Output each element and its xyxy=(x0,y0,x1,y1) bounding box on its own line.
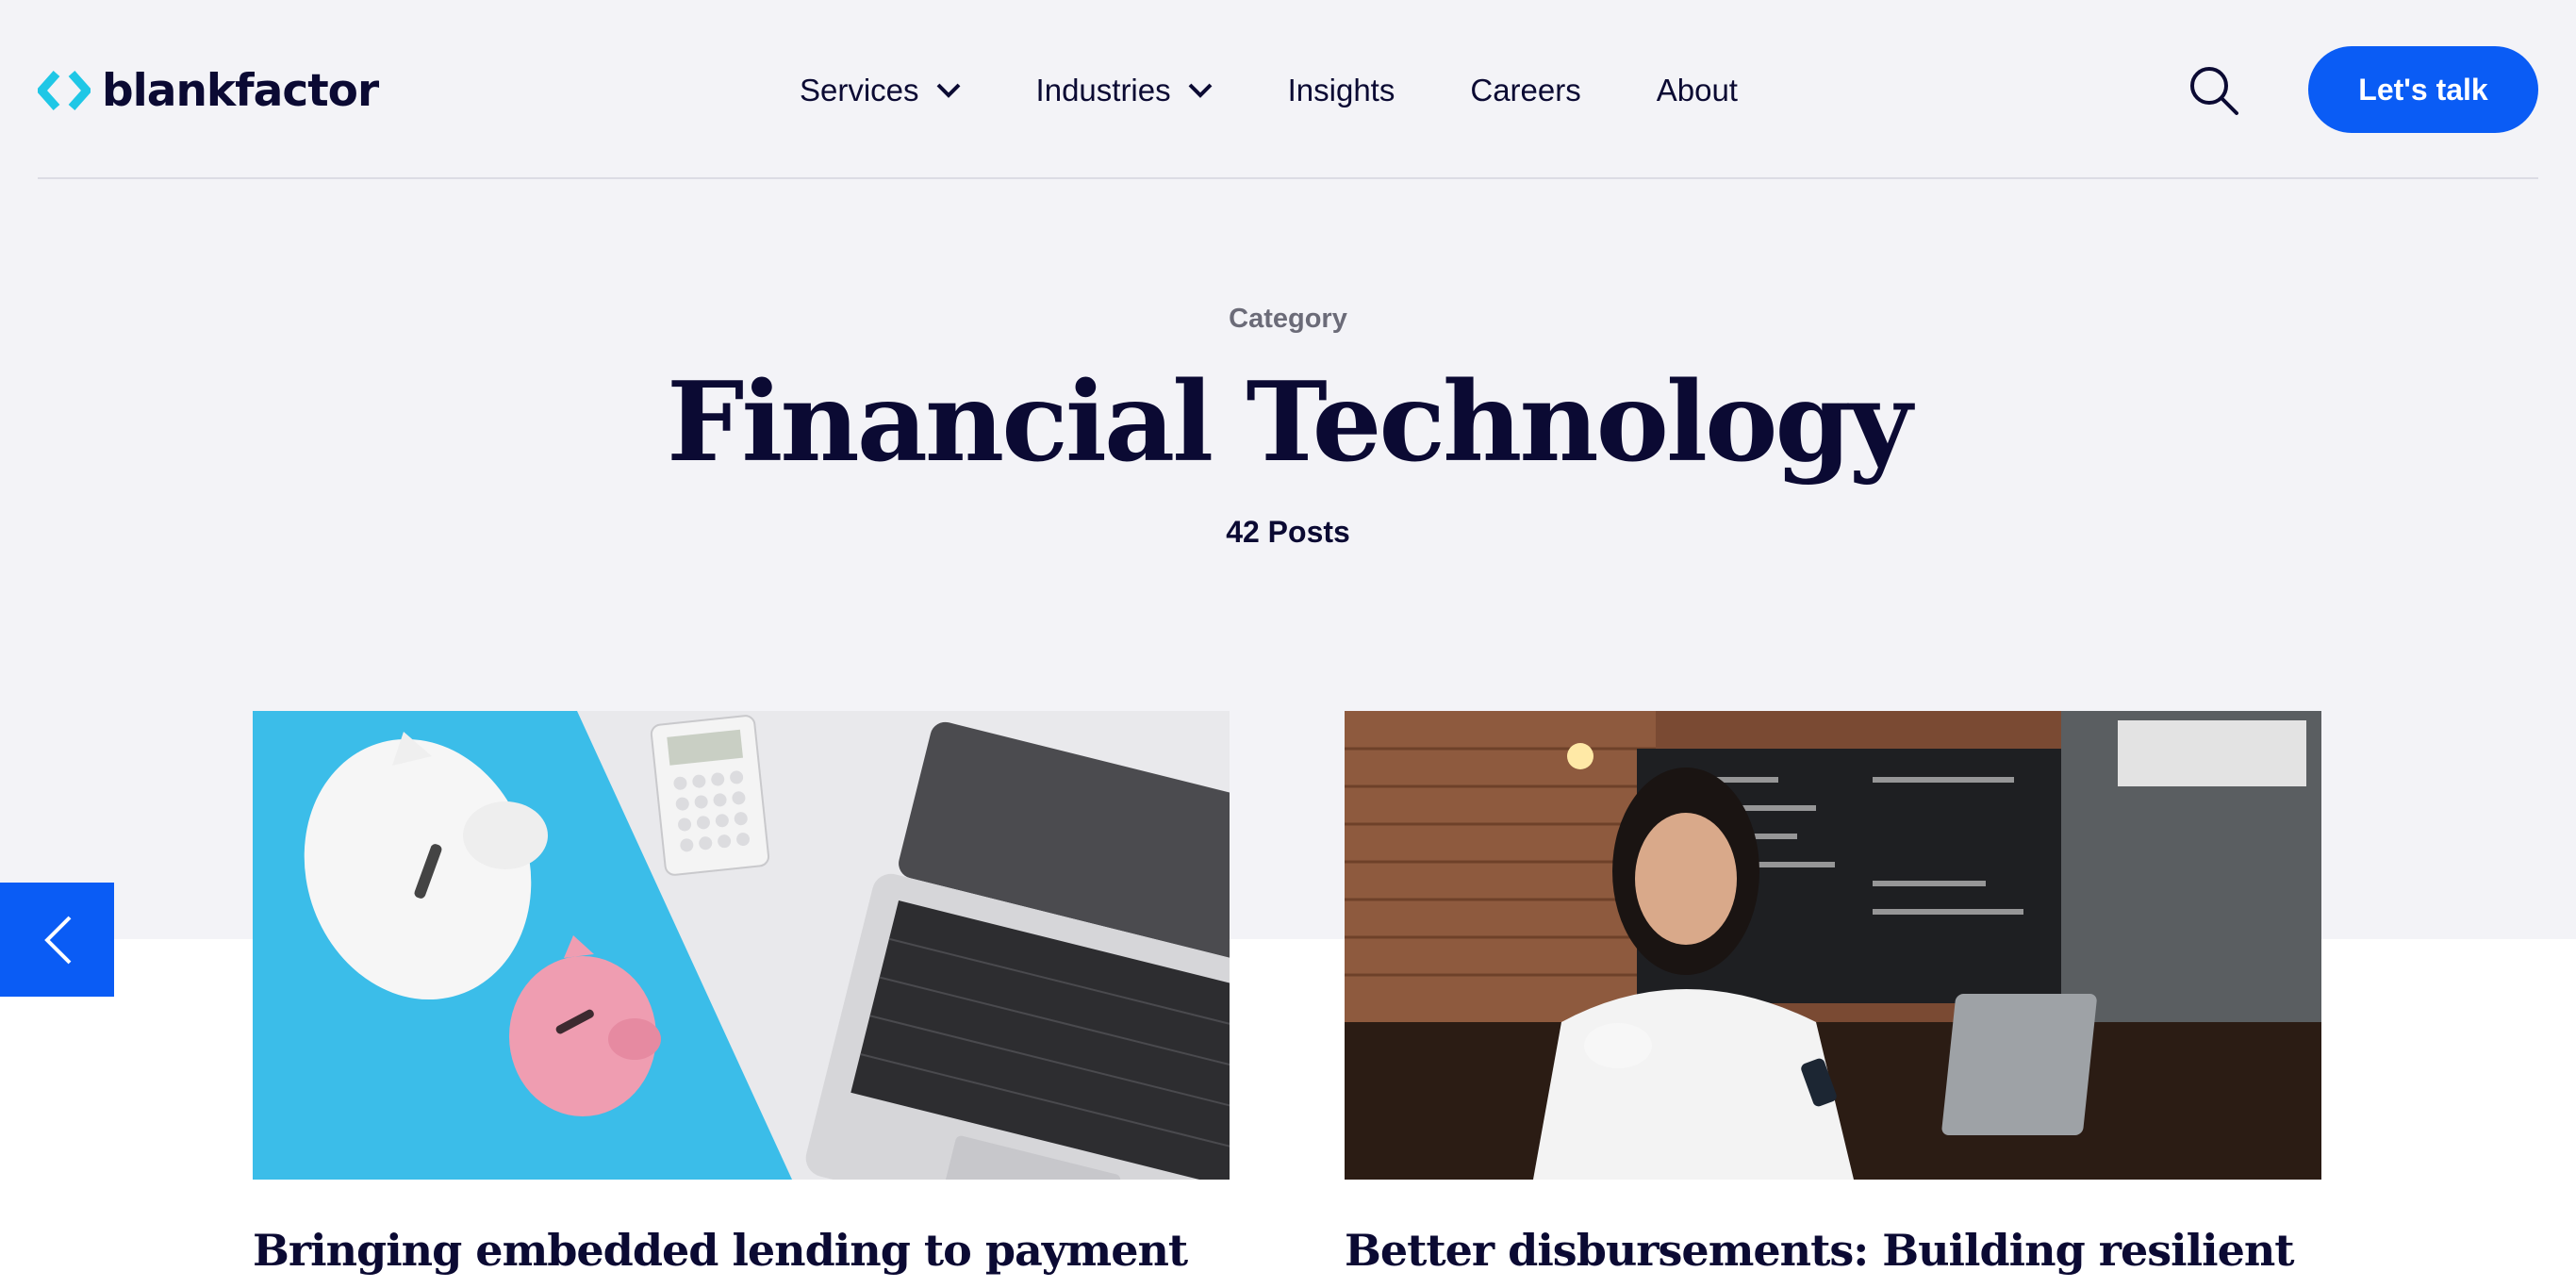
main-nav: Services Industries Insights Careers Abo… xyxy=(800,62,1813,119)
post-card[interactable]: Better disbursements: Building resilient… xyxy=(1345,711,2321,1288)
post-title[interactable]: Better disbursements: Building resilient… xyxy=(1345,1219,2321,1288)
chevron-down-icon xyxy=(936,83,960,98)
site-header: blankfactor Services Industries Insights… xyxy=(38,0,2538,179)
post-card[interactable]: Bringing embedded lending to payment com… xyxy=(253,711,1230,1288)
nav-item-services[interactable]: Services xyxy=(800,73,961,108)
chevron-left-icon xyxy=(43,916,71,964)
logo[interactable]: blankfactor xyxy=(38,62,379,119)
page-title: Financial Technology xyxy=(666,358,1912,487)
post-image-woman-cafe[interactable] xyxy=(1345,711,2321,1180)
nav-item-insights[interactable]: Insights xyxy=(1288,73,1395,108)
logo-wordmark: blankfactor xyxy=(102,64,379,117)
post-title[interactable]: Bringing embedded lending to payment com… xyxy=(253,1219,1230,1288)
nav-item-label: Insights xyxy=(1287,73,1395,107)
nav-item-industries[interactable]: Industries xyxy=(1036,73,1213,108)
nav-item-about[interactable]: About xyxy=(1657,73,1738,108)
category-eyebrow: Category xyxy=(1229,304,1347,334)
carousel-prev-button[interactable] xyxy=(0,883,114,997)
nav-item-label: About xyxy=(1656,73,1738,107)
chevron-down-icon xyxy=(1188,83,1213,98)
nav-item-careers[interactable]: Careers xyxy=(1470,73,1580,108)
post-image-piggy-banks[interactable] xyxy=(253,711,1230,1180)
logo-mark-icon xyxy=(38,71,91,110)
post-count: 42 Posts xyxy=(1226,515,1350,549)
lets-talk-button[interactable]: Let's talk xyxy=(2308,46,2538,133)
nav-item-label: Industries xyxy=(1035,73,1171,107)
nav-item-label: Careers xyxy=(1470,73,1581,107)
nav-item-label: Services xyxy=(800,73,919,107)
search-icon[interactable] xyxy=(2188,64,2240,117)
